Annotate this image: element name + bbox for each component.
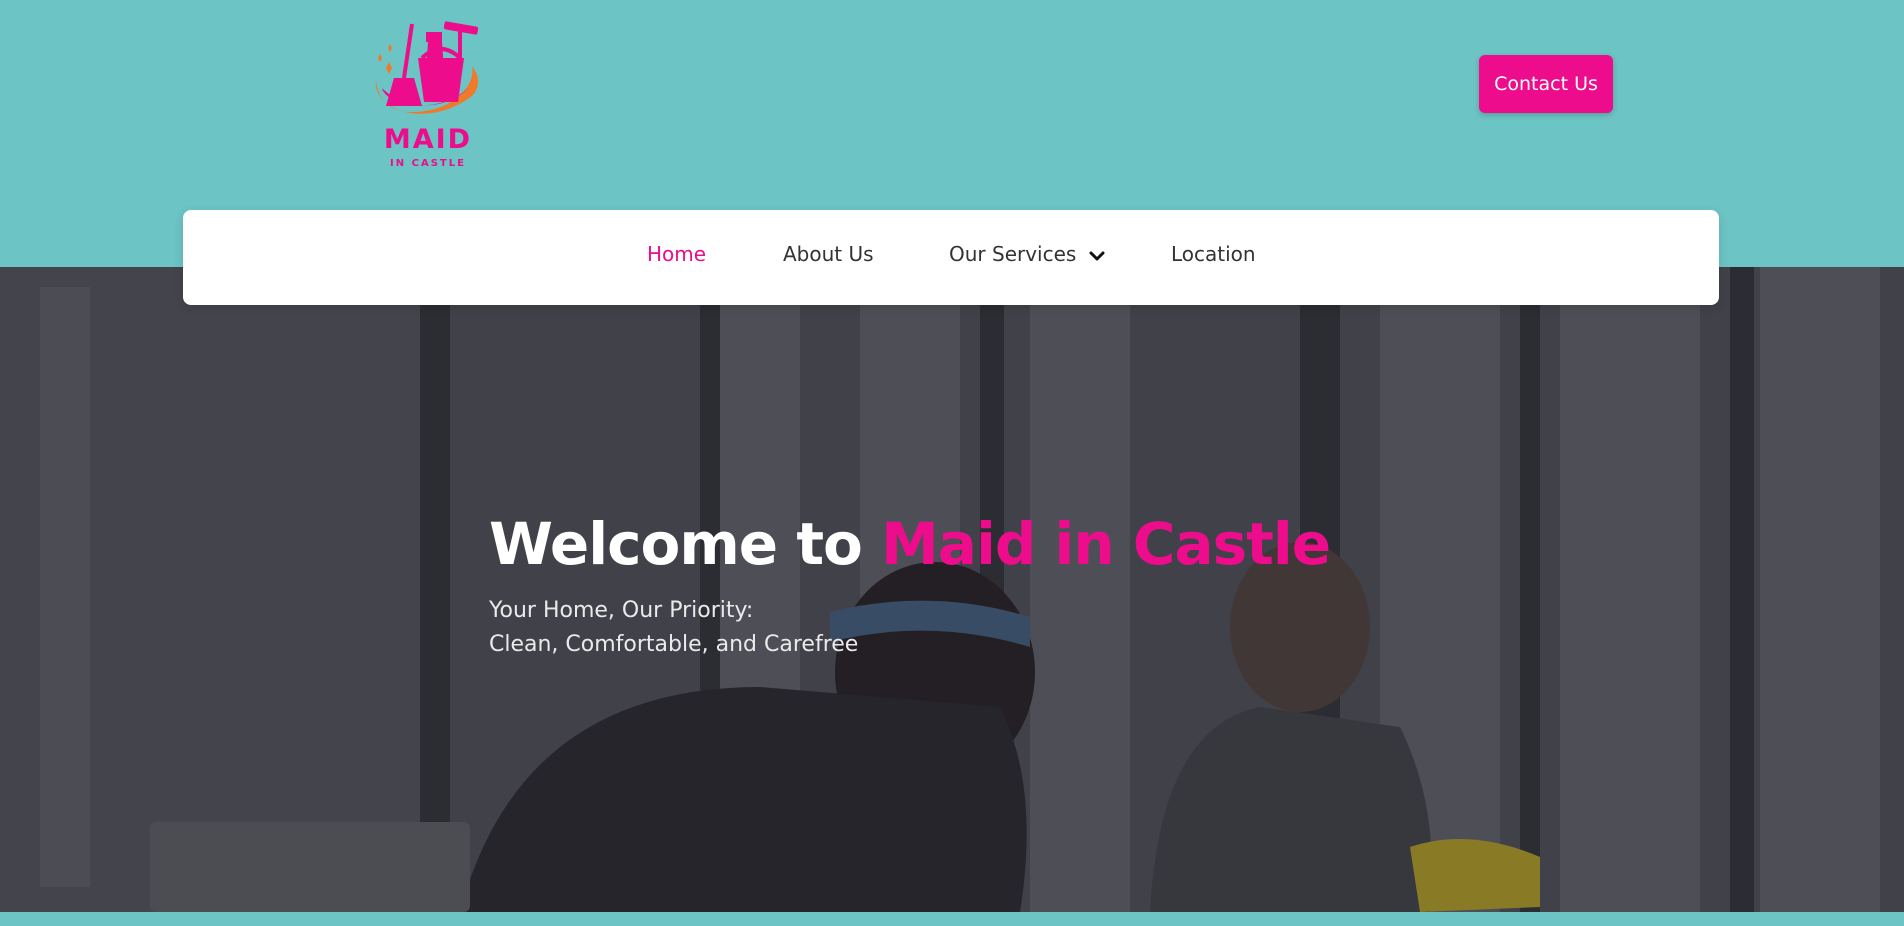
nav-item-our-services-label: Our Services (949, 242, 1077, 266)
main-nav: Home About Us Our Services Location (183, 210, 1719, 305)
nav-item-about-us[interactable]: About Us (783, 242, 874, 266)
chevron-down-icon (1089, 251, 1105, 260)
bottom-strip (0, 912, 1904, 926)
hero-title: Welcome to Maid in Castle (489, 510, 1331, 578)
hero-subtitle-line2: Clean, Comfortable, and Carefree (489, 632, 859, 657)
hero-overlay (0, 267, 1904, 912)
contact-us-button[interactable]: Contact Us (1479, 55, 1613, 113)
logo-title: MAID (383, 124, 473, 155)
hero-title-accent: Maid in Castle (881, 510, 1331, 578)
logo-subtitle: IN CASTLE (390, 158, 466, 169)
nav-item-our-services[interactable]: Our Services (949, 242, 1105, 266)
hero-section (0, 267, 1904, 912)
site-logo[interactable]: MAID IN CASTLE (368, 18, 488, 176)
nav-item-location[interactable]: Location (1171, 242, 1256, 266)
cleaning-logo-icon (375, 21, 479, 114)
nav-item-home[interactable]: Home (647, 242, 706, 266)
hero-subtitle-line1: Your Home, Our Priority: (489, 598, 754, 623)
hero-title-prefix: Welcome to (489, 510, 882, 578)
